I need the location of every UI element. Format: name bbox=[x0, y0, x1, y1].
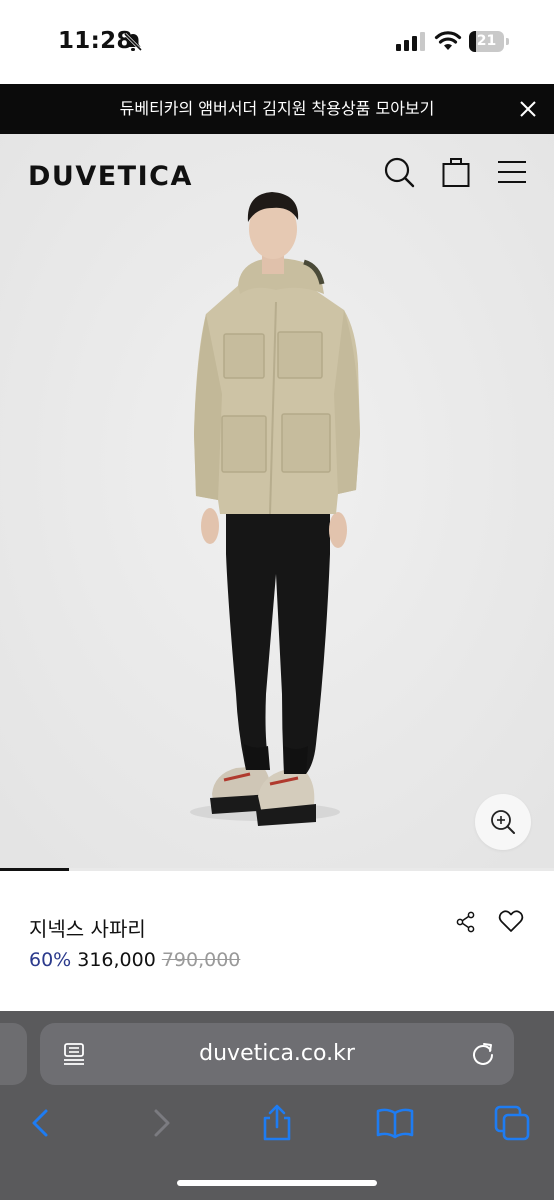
battery-cap bbox=[506, 38, 509, 45]
reload-icon[interactable] bbox=[470, 1041, 496, 1067]
discount-rate: 60% bbox=[29, 949, 72, 971]
product-name: 지넥스 사파리 bbox=[29, 917, 146, 941]
zoom-in-icon bbox=[491, 810, 515, 834]
product-price: 60% 316,000 790,000 bbox=[29, 949, 240, 971]
previous-tab-preview[interactable] bbox=[0, 1023, 27, 1085]
address-bar[interactable]: duvetica.co.kr bbox=[40, 1023, 514, 1085]
wifi-icon bbox=[434, 31, 462, 50]
share-icon[interactable] bbox=[456, 911, 476, 933]
browser-chrome: duvetica.co.kr bbox=[0, 1011, 554, 1200]
product-photo bbox=[0, 134, 554, 870]
heart-icon[interactable] bbox=[498, 909, 524, 933]
url-text[interactable]: duvetica.co.kr bbox=[40, 1023, 514, 1085]
announcement-banner[interactable]: 듀베티카의 앰버서더 김지원 착용상품 모아보기 bbox=[0, 84, 554, 134]
reader-mode-icon[interactable] bbox=[62, 1042, 86, 1066]
close-icon[interactable] bbox=[514, 95, 542, 123]
shopping-bag-icon[interactable] bbox=[440, 156, 472, 188]
book-icon[interactable] bbox=[375, 1103, 415, 1143]
product-page: 11:28 21 듀베티카의 앰버서더 김지원 착용상품 모아보기 DUVETI… bbox=[0, 0, 554, 1200]
cellular-signal-icon bbox=[396, 32, 425, 51]
announcement-text[interactable]: 듀베티카의 앰버서더 김지원 착용상품 모아보기 bbox=[0, 84, 554, 134]
battery-level: 21 bbox=[476, 33, 497, 49]
chevron-left-icon[interactable] bbox=[21, 1103, 61, 1143]
bell-slash-icon bbox=[123, 32, 143, 52]
search-icon[interactable] bbox=[383, 156, 415, 188]
home-indicator bbox=[177, 1180, 377, 1186]
product-info: 지넥스 사파리 60% 316,000 790,000 bbox=[0, 871, 554, 1011]
product-image-carousel[interactable]: DUVETICA bbox=[0, 134, 554, 870]
chevron-right-icon[interactable] bbox=[141, 1103, 181, 1143]
original-price: 790,000 bbox=[161, 949, 241, 971]
sale-price: 316,000 bbox=[77, 949, 156, 971]
hamburger-menu-icon[interactable] bbox=[496, 156, 528, 188]
zoom-button[interactable] bbox=[475, 794, 531, 850]
brand-logo[interactable]: DUVETICA bbox=[28, 161, 193, 192]
share-upload-icon[interactable] bbox=[257, 1103, 297, 1143]
battery-indicator: 21 bbox=[469, 31, 509, 53]
status-bar: 11:28 21 bbox=[0, 0, 554, 84]
tabs-icon[interactable] bbox=[492, 1103, 532, 1143]
